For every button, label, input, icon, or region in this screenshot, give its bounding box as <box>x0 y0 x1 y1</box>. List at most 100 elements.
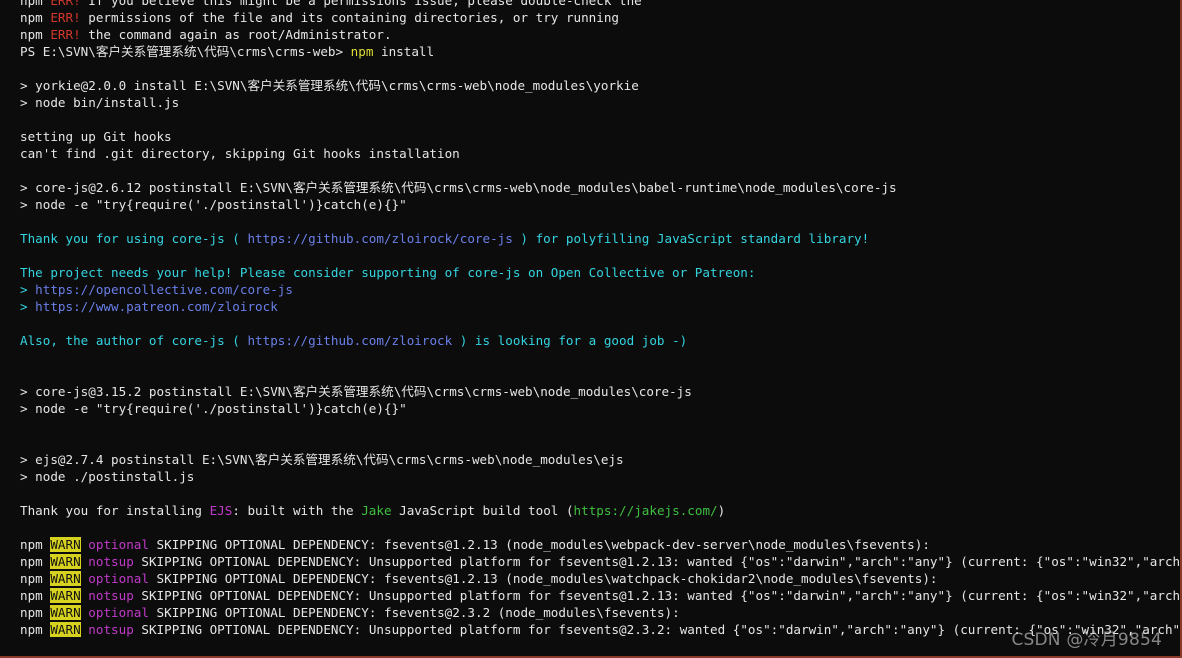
line-segment: SKIPPING OPTIONAL DEPENDENCY: Unsupporte… <box>133 554 1182 569</box>
line-segment: SKIPPING OPTIONAL DEPENDENCY: Unsupporte… <box>133 588 1182 603</box>
line-segment: Thank you for using core-js ( <box>20 231 248 246</box>
line-segment: Jake <box>361 503 392 518</box>
url-text: https://github.com/zloirock/core-js <box>247 231 513 246</box>
line-segment: > core-js@2.6.12 postinstall E:\SVN\客户关系… <box>20 180 897 195</box>
line-segment: SKIPPING OPTIONAL DEPENDENCY: fsevents@1… <box>148 537 930 552</box>
terminal-line: > node ./postinstall.js <box>20 468 1180 485</box>
terminal-line: npm WARN notsup SKIPPING OPTIONAL DEPEND… <box>20 553 1182 570</box>
err-label: ERR! <box>50 10 81 25</box>
line-segment: The project needs your help! Please cons… <box>20 265 756 280</box>
line-segment: EJS <box>209 503 233 518</box>
line-segment: optional <box>88 537 149 552</box>
line-segment: ) is looking for a good job -) <box>452 333 688 348</box>
terminal-line: npm WARN notsup SKIPPING OPTIONAL DEPEND… <box>20 621 1180 638</box>
line-segment: npm <box>20 605 51 620</box>
line-segment: npm <box>20 0 51 8</box>
warn-badge: WARN <box>50 622 81 637</box>
terminal-line: > node -e "try{require('./postinstall')}… <box>20 400 1180 417</box>
line-segment: npm <box>20 537 51 552</box>
terminal-line: > https://opencollective.com/core-js <box>20 281 1180 298</box>
line-segment: > core-js@3.15.2 postinstall E:\SVN\客户关系… <box>20 384 692 399</box>
terminal-line: > core-js@2.6.12 postinstall E:\SVN\客户关系… <box>20 179 1180 196</box>
line-segment: > yorkie@2.0.0 install E:\SVN\客户关系管理系统\代… <box>20 78 639 93</box>
terminal-line: npm WARN optional SKIPPING OPTIONAL DEPE… <box>20 570 1180 587</box>
terminal-line: > yorkie@2.0.0 install E:\SVN\客户关系管理系统\代… <box>20 77 1180 94</box>
terminal-line: > node -e "try{require('./postinstall')}… <box>20 196 1180 213</box>
line-segment: permissions of the file and its containi… <box>80 10 620 25</box>
url-text: https://jakejs.com/ <box>573 503 718 518</box>
line-segment: notsup <box>88 554 134 569</box>
line-segment: can't find .git directory, skipping Git … <box>20 146 460 161</box>
terminal-line: npm ERR! permissions of the file and its… <box>20 9 1180 26</box>
line-segment: notsup <box>88 588 134 603</box>
line-segment: Thank you for installing <box>20 503 210 518</box>
line-segment: npm <box>20 554 51 569</box>
line-segment: JavaScript build tool ( <box>391 503 574 518</box>
line-segment: PS E:\SVN\客户关系管理系统\代码\crms\crms-web> <box>20 44 351 59</box>
terminal-line: > https://www.patreon.com/zloirock <box>20 298 1180 315</box>
line-segment: npm <box>20 588 51 603</box>
terminal-line: npm WARN notsup SKIPPING OPTIONAL DEPEND… <box>20 587 1182 604</box>
line-segment: optional <box>88 571 149 586</box>
line-segment: npm <box>20 622 51 637</box>
line-segment: ) <box>717 503 726 518</box>
terminal-line: Also, the author of core-js ( https://gi… <box>20 332 1180 349</box>
terminal-line: Thank you for using core-js ( https://gi… <box>20 230 1180 247</box>
terminal-line: The project needs your help! Please cons… <box>20 264 1180 281</box>
warn-badge: WARN <box>50 571 81 586</box>
line-segment: If you believe this might be a permissio… <box>80 0 642 8</box>
terminal-line: npm WARN optional SKIPPING OPTIONAL DEPE… <box>20 536 1180 553</box>
terminal-line: npm ERR! If you believe this might be a … <box>20 0 1180 9</box>
warn-badge: WARN <box>50 605 81 620</box>
url-text: https://opencollective.com/core-js <box>35 282 293 297</box>
line-segment: optional <box>88 605 149 620</box>
line-segment: setting up Git hooks <box>20 129 172 144</box>
terminal-line: setting up Git hooks <box>20 128 1180 145</box>
terminal-line: > node bin/install.js <box>20 94 1180 111</box>
line-segment: ) for polyfilling JavaScript standard li… <box>512 231 870 246</box>
line-segment: > node -e "try{require('./postinstall')}… <box>20 401 407 416</box>
csdn-watermark: CSDN @冷月9854 <box>1011 630 1162 650</box>
terminal-output: npm ERR! If you believe this might be a … <box>20 0 1182 638</box>
line-segment: install <box>373 44 435 59</box>
line-segment: > node -e "try{require('./postinstall')}… <box>20 197 407 212</box>
line-segment: npm <box>20 571 51 586</box>
line-segment: : built with the <box>232 503 362 518</box>
line-segment: SKIPPING OPTIONAL DEPENDENCY: fsevents@1… <box>148 571 938 586</box>
terminal-line: Thank you for installing EJS: built with… <box>20 502 1180 519</box>
line-segment: notsup <box>88 622 134 637</box>
terminal-line: npm WARN optional SKIPPING OPTIONAL DEPE… <box>20 604 1180 621</box>
line-segment: > node bin/install.js <box>20 95 180 110</box>
line-segment: Also, the author of core-js ( <box>20 333 248 348</box>
err-label: ERR! <box>50 0 81 8</box>
line-segment: npm <box>20 10 51 25</box>
terminal-line: > ejs@2.7.4 postinstall E:\SVN\客户关系管理系统\… <box>20 451 1180 468</box>
line-segment: SKIPPING OPTIONAL DEPENDENCY: fsevents@2… <box>148 605 680 620</box>
terminal-line: > core-js@3.15.2 postinstall E:\SVN\客户关系… <box>20 383 1180 400</box>
line-segment: the command again as root/Administrator. <box>80 27 392 42</box>
terminal-window[interactable]: npm ERR! If you believe this might be a … <box>0 0 1182 658</box>
line-segment: > <box>20 299 36 314</box>
warn-badge: WARN <box>50 588 81 603</box>
url-text: https://www.patreon.com/zloirock <box>35 299 278 314</box>
terminal-line: can't find .git directory, skipping Git … <box>20 145 1180 162</box>
line-segment: > ejs@2.7.4 postinstall E:\SVN\客户关系管理系统\… <box>20 452 624 467</box>
line-segment: npm <box>350 44 374 59</box>
line-segment: > <box>20 282 36 297</box>
warn-badge: WARN <box>50 554 81 569</box>
line-segment: npm <box>20 27 51 42</box>
terminal-line: npm ERR! the command again as root/Admin… <box>20 26 1180 43</box>
err-label: ERR! <box>50 27 81 42</box>
